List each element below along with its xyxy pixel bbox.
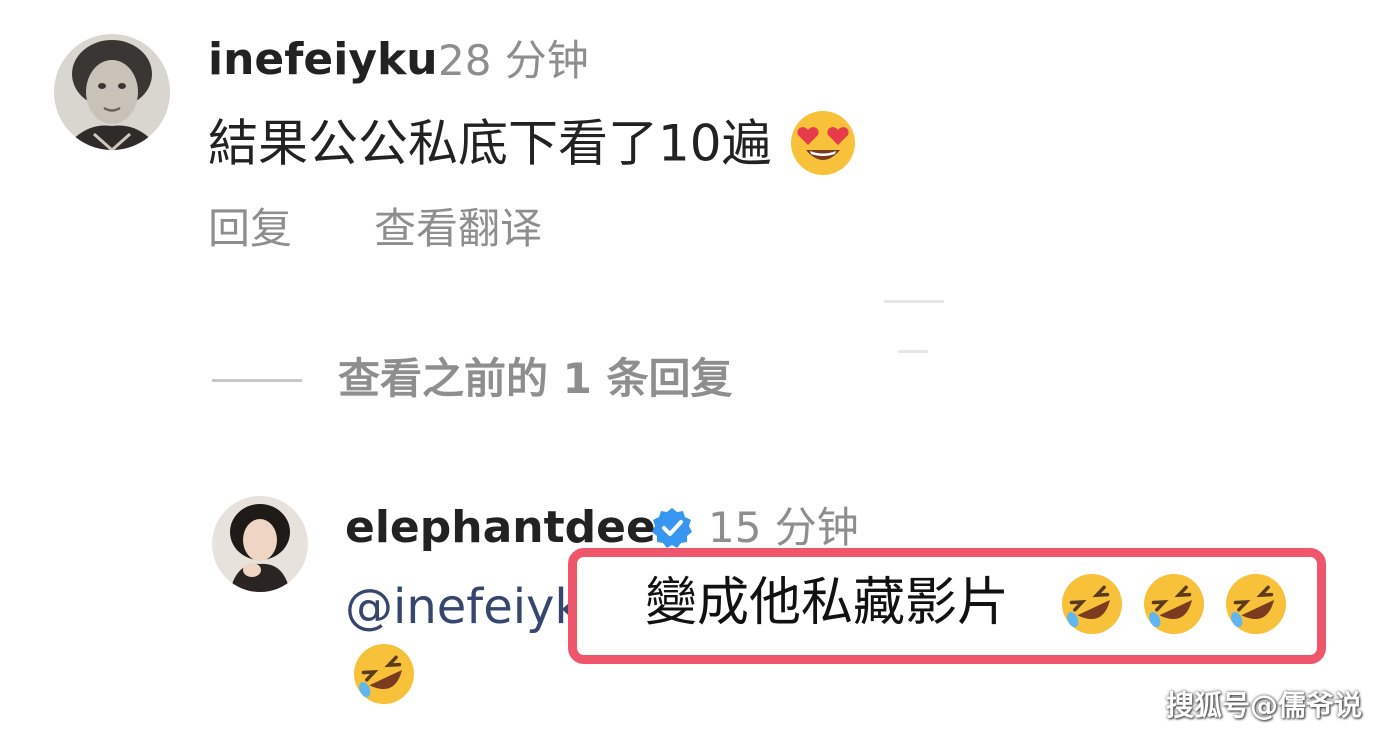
artifact-mark — [898, 350, 928, 353]
comment1-timestamp: 28 分钟 — [438, 36, 589, 85]
rofl-emoji-icon — [1140, 570, 1208, 642]
comment1-text: 結果公公私底下看了10遍 — [208, 108, 858, 186]
heart-eyes-emoji-icon — [788, 108, 858, 186]
view-previous-replies-button[interactable]: 查看之前的 1 条回复 — [338, 358, 732, 400]
thread-divider — [212, 379, 302, 382]
avatar-photo-image — [212, 496, 308, 592]
rofl-emoji-icon — [1222, 570, 1290, 642]
rofl-emoji-icon — [1058, 570, 1126, 642]
rofl-emoji-second-line — [350, 640, 418, 712]
comment2-text: 變成他私藏影片 — [645, 573, 1010, 633]
avatar-portrait-image — [54, 34, 170, 150]
comment1-text-content: 結果公公私底下看了10遍 — [208, 114, 772, 173]
avatar-inefeiyku[interactable] — [54, 34, 170, 150]
artifact-mark — [884, 300, 944, 303]
view-translation-button[interactable]: 查看翻译 — [374, 208, 542, 250]
comment1-username[interactable]: inefeiyku — [208, 38, 438, 82]
verified-badge-icon — [650, 506, 694, 550]
rofl-emoji-icon — [350, 640, 418, 712]
reply-button[interactable]: 回复 — [208, 208, 292, 250]
avatar-elephantdee[interactable] — [212, 496, 308, 592]
comment2-timestamp: 15 分钟 — [708, 503, 859, 552]
rofl-emoji-row — [1058, 570, 1290, 642]
watermark-text: 搜狐号@儒爷说 — [1165, 689, 1362, 722]
comment2-username[interactable]: elephantdee — [345, 506, 656, 550]
